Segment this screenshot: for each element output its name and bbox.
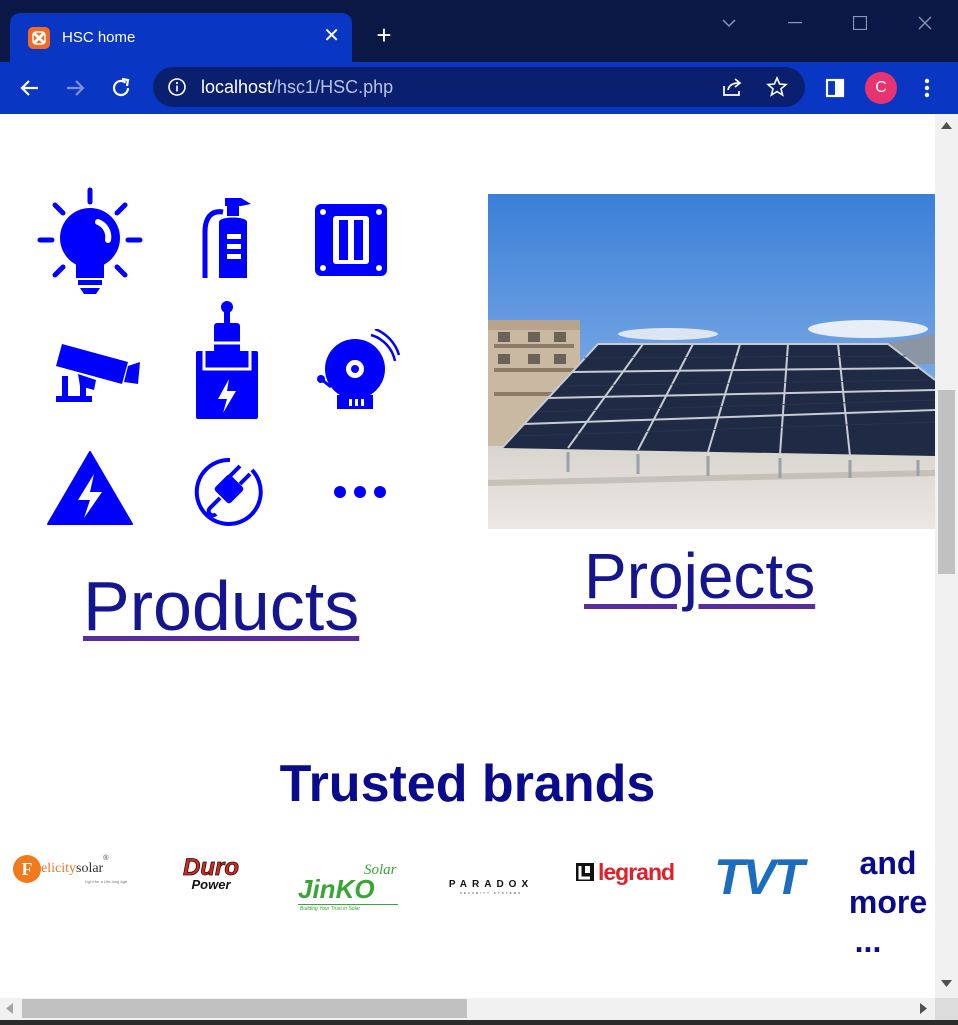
paradox-logo: PARADOX SECURITY SYSTEMS bbox=[436, 880, 546, 900]
power-text: Power bbox=[191, 877, 231, 892]
scrollbar-corner bbox=[935, 998, 958, 1020]
url-host: localhost bbox=[201, 77, 273, 97]
url-text: localhost/hsc1/HSC.php bbox=[201, 77, 393, 98]
horizontal-scrollbar[interactable] bbox=[0, 998, 935, 1020]
power-plug-icon bbox=[192, 454, 268, 535]
circuit-breaker-icon bbox=[192, 299, 262, 429]
legrand-logo: legrand bbox=[575, 858, 687, 886]
side-panel-icon[interactable] bbox=[822, 75, 848, 101]
and-more-line-2: more bbox=[848, 884, 928, 920]
scroll-up-icon[interactable] bbox=[941, 122, 952, 129]
legrand-text: legrand bbox=[598, 858, 675, 885]
browser-titlebar: HSC home ✕ + bbox=[0, 0, 958, 62]
products-link[interactable]: Products bbox=[83, 566, 359, 646]
tab-close-icon[interactable]: ✕ bbox=[323, 24, 340, 48]
browser-toolbar: localhost/hsc1/HSC.php C bbox=[0, 62, 958, 114]
and-more-text: and more ... bbox=[838, 844, 935, 961]
and-more-line-1: and bbox=[859, 845, 917, 881]
address-bar[interactable]: localhost/hsc1/HSC.php bbox=[153, 67, 805, 107]
tab-title: HSC home bbox=[62, 29, 136, 46]
jinko-solar-logo: Solar JinKO Building Your Trust in Solar bbox=[298, 862, 404, 918]
tvt-logo: TVT bbox=[714, 852, 828, 902]
duro-power-logo: Duro Power bbox=[166, 855, 256, 896]
felicity-solar-text: solar bbox=[76, 861, 104, 876]
lightbulb-icon bbox=[36, 186, 144, 301]
tvt-text: TVT bbox=[714, 849, 804, 905]
vertical-scroll-thumb[interactable] bbox=[938, 390, 955, 574]
alarm-bell-icon bbox=[315, 327, 401, 420]
scroll-down-icon[interactable] bbox=[941, 980, 952, 987]
wall-switch-icon bbox=[313, 202, 389, 283]
projects-link[interactable]: Projects bbox=[584, 539, 815, 613]
scroll-right-icon[interactable] bbox=[920, 1003, 927, 1014]
profile-avatar[interactable]: C bbox=[865, 72, 897, 104]
vertical-scrollbar[interactable] bbox=[935, 114, 958, 998]
back-icon[interactable] bbox=[17, 75, 43, 101]
forward-icon[interactable] bbox=[62, 75, 88, 101]
url-path: /hsc1/HSC.php bbox=[272, 77, 394, 97]
felicity-text: elicity bbox=[41, 861, 76, 876]
paradox-subtitle: SECURITY SYSTEMS bbox=[459, 891, 523, 895]
scroll-left-icon[interactable] bbox=[6, 1003, 13, 1014]
more-dots-icon bbox=[332, 484, 388, 505]
felicity-tagline: Light for a Life-long Age bbox=[85, 879, 128, 884]
and-more-line-3: ... bbox=[854, 923, 882, 959]
jinko-tagline: Building Your Trust in Solar bbox=[300, 906, 361, 912]
felicity-registered: ® bbox=[103, 855, 109, 862]
page-content: Products Projects Trusted brands F elici… bbox=[0, 114, 935, 998]
site-info-icon[interactable] bbox=[167, 77, 187, 102]
fire-extinguisher-icon bbox=[197, 196, 257, 286]
share-icon[interactable] bbox=[721, 76, 743, 103]
maximize-icon[interactable] bbox=[845, 10, 875, 36]
minimize-icon[interactable] bbox=[780, 10, 810, 36]
window-bottom-edge bbox=[0, 1020, 958, 1025]
brands-title: Trusted brands bbox=[279, 755, 656, 813]
legrand-mark-icon bbox=[576, 863, 594, 881]
paradox-text: PARADOX bbox=[448, 879, 534, 890]
cctv-camera-icon bbox=[56, 336, 142, 411]
close-window-icon[interactable] bbox=[910, 10, 940, 36]
bookmark-star-icon[interactable] bbox=[766, 75, 788, 103]
new-tab-icon[interactable]: + bbox=[370, 22, 398, 48]
high-voltage-warning-icon bbox=[46, 450, 134, 533]
browser-tab[interactable]: HSC home ✕ bbox=[10, 13, 352, 62]
felicity-mark: F bbox=[13, 855, 41, 883]
solar-panels-photo[interactable] bbox=[488, 194, 935, 529]
xampp-favicon-icon bbox=[28, 27, 50, 49]
reload-icon[interactable] bbox=[108, 75, 134, 101]
browser-menu-icon[interactable] bbox=[914, 75, 940, 101]
jinko-name: JinKO bbox=[298, 874, 375, 904]
tab-search-icon[interactable] bbox=[714, 10, 744, 36]
felicity-solar-logo: F elicity solar ® Light for a Life-long … bbox=[13, 855, 128, 905]
horizontal-scroll-thumb[interactable] bbox=[22, 999, 467, 1018]
